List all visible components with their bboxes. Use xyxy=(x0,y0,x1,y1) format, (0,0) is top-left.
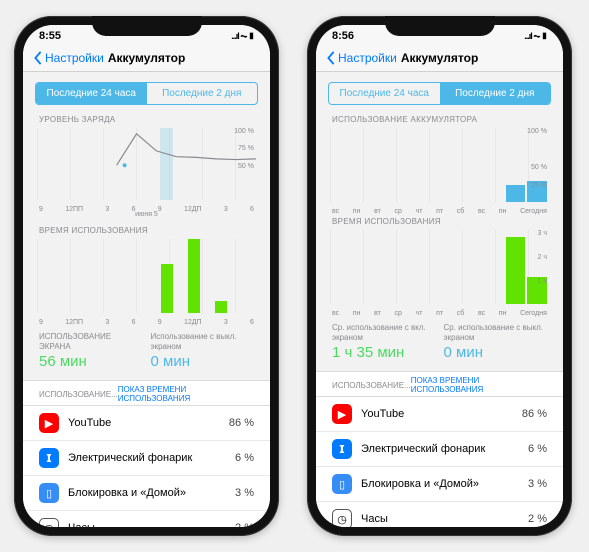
stats-row: Ср. использование с вкл. экраном 1 ч 35 … xyxy=(316,317,563,367)
clock-icon: ◷ xyxy=(332,509,352,527)
stat-label: Ср. использование с выкл. экраном xyxy=(444,323,548,342)
usage-time-chart: 3 ч 2 ч 1 ч xyxy=(330,230,549,304)
status-indicators: ...ıl ⏦ ▮ xyxy=(524,31,547,42)
device-notch xyxy=(92,16,202,36)
usage-time-chart xyxy=(37,239,256,313)
seg-1[interactable]: Последние 2 дня xyxy=(440,83,551,104)
charge-section-header: УРОВЕНЬ ЗАРЯДА xyxy=(23,113,270,126)
status-time: 8:55 xyxy=(39,30,61,42)
screen: 8:55 ...ıl ⏦ ▮ Настройки Аккумулятор Пос… xyxy=(23,25,270,527)
chart-date-label: июня 5 xyxy=(23,211,270,218)
app-percent: 3 % xyxy=(235,487,254,499)
seg-1[interactable]: Последние 2 дня xyxy=(147,83,258,104)
seg-0[interactable]: Последние 24 часа xyxy=(329,83,440,104)
app-name: Блокировка и «Домой» xyxy=(68,487,235,499)
battery-usage-chart: 100 % 50 % 25 % xyxy=(330,128,549,202)
app-row[interactable]: ◷ Часы 2 % xyxy=(316,502,563,527)
home-icon: ▯ xyxy=(39,483,59,503)
app-percent: 2 % xyxy=(528,513,547,525)
usage-section-header: ВРЕМЯ ИСПОЛЬЗОВАНИЯ xyxy=(23,224,270,237)
clock-icon: ◷ xyxy=(39,518,59,527)
chevron-left-icon xyxy=(33,51,43,65)
status-indicators: ...ıl ⏦ ▮ xyxy=(231,31,254,42)
app-name: YouTube xyxy=(361,408,522,420)
device-notch xyxy=(385,16,495,36)
app-row[interactable]: ▯ Блокировка и «Домой» 3 % xyxy=(316,467,563,502)
chart-x-axis: 912ПП36912ДП36 xyxy=(23,319,270,326)
app-percent: 86 % xyxy=(522,408,547,420)
app-list-header: ИСПОЛЬЗОВАНИЕ... ПОКАЗ ВРЕМЕНИ ИСПОЛЬЗОВ… xyxy=(316,371,563,397)
app-row[interactable]: ▶ YouTube 86 % xyxy=(23,406,270,441)
stat-value: 0 мин xyxy=(151,353,255,370)
show-usage-time-button[interactable]: ПОКАЗ ВРЕМЕНИ ИСПОЛЬЗОВАНИЯ xyxy=(411,376,547,394)
app-row[interactable]: 𝗜 Электрический фонарик 6 % xyxy=(316,432,563,467)
stat-0: Ср. использование с вкл. экраном 1 ч 35 … xyxy=(332,323,436,361)
back-label: Настройки xyxy=(45,51,104,65)
stat-value: 56 мин xyxy=(39,353,143,370)
seg-0[interactable]: Последние 24 часа xyxy=(36,83,147,104)
app-name: Часы xyxy=(68,522,235,527)
chart-x-axis: вспнвтсрчтптсбвспнСегодня xyxy=(316,310,563,317)
app-row[interactable]: 𝗜 Электрический фонарик 6 % xyxy=(23,441,270,476)
list-header-left: ИСПОЛЬЗОВАНИЕ... xyxy=(332,381,411,390)
show-usage-time-button[interactable]: ПОКАЗ ВРЕМЕНИ ИСПОЛЬЗОВАНИЯ xyxy=(118,385,254,403)
app-name: Блокировка и «Домой» xyxy=(361,478,528,490)
youtube-icon: ▶ xyxy=(332,404,352,424)
back-label: Настройки xyxy=(338,51,397,65)
back-button[interactable]: Настройки xyxy=(326,51,397,65)
app-row[interactable]: ▶ YouTube 86 % xyxy=(316,397,563,432)
status-time: 8:56 xyxy=(332,30,354,42)
charge-level-chart: 100 % 75 % 50 % xyxy=(37,128,256,200)
app-row[interactable]: ◷ Часы 2 % xyxy=(23,511,270,527)
chevron-left-icon xyxy=(326,51,336,65)
app-percent: 2 % xyxy=(235,522,254,527)
stat-0: ИСПОЛЬЗОВАНИЕ ЭКРАНА 56 мин xyxy=(39,332,143,370)
app-name: Часы xyxy=(361,513,528,525)
stat-label: Ср. использование с вкл. экраном xyxy=(332,323,436,342)
app-row[interactable]: ▯ Блокировка и «Домой» 3 % xyxy=(23,476,270,511)
app-list-header: ИСПОЛЬЗОВАНИЕ... ПОКАЗ ВРЕМЕНИ ИСПОЛЬЗОВ… xyxy=(23,380,270,406)
stat-value: 1 ч 35 мин xyxy=(332,344,436,361)
phone-mockup: 8:55 ...ıl ⏦ ▮ Настройки Аккумулятор Пос… xyxy=(14,16,279,536)
nav-bar: Настройки Аккумулятор xyxy=(23,45,270,72)
flash-icon: 𝗜 xyxy=(332,439,352,459)
app-percent: 6 % xyxy=(235,452,254,464)
flash-icon: 𝗜 xyxy=(39,448,59,468)
app-name: Электрический фонарик xyxy=(361,443,528,455)
stat-1: Ср. использование с выкл. экраном 0 мин xyxy=(444,323,548,361)
stat-label: ИСПОЛЬЗОВАНИЕ ЭКРАНА xyxy=(39,332,143,351)
home-icon: ▯ xyxy=(332,474,352,494)
segmented-control: Последние 24 часаПоследние 2 дня xyxy=(328,82,551,105)
nav-bar: Настройки Аккумулятор xyxy=(316,45,563,72)
youtube-icon: ▶ xyxy=(39,413,59,433)
app-name: Электрический фонарик xyxy=(68,452,235,464)
charge-section-header: ИСПОЛЬЗОВАНИЕ АККУМУЛЯТОРА xyxy=(316,113,563,126)
stat-value: 0 мин xyxy=(444,344,548,361)
app-name: YouTube xyxy=(68,417,229,429)
phone-mockup: 8:56 ...ıl ⏦ ▮ Настройки Аккумулятор Пос… xyxy=(307,16,572,536)
app-percent: 86 % xyxy=(229,417,254,429)
page-title: Аккумулятор xyxy=(401,51,478,65)
page-title: Аккумулятор xyxy=(108,51,185,65)
screen: 8:56 ...ıl ⏦ ▮ Настройки Аккумулятор Пос… xyxy=(316,25,563,527)
back-button[interactable]: Настройки xyxy=(33,51,104,65)
app-percent: 3 % xyxy=(528,478,547,490)
chart-x-axis: вспнвтсрчтптсбвспнСегодня xyxy=(316,208,563,215)
stat-1: Использование с выкл. экраном 0 мин xyxy=(151,332,255,370)
segmented-control: Последние 24 часаПоследние 2 дня xyxy=(35,82,258,105)
app-percent: 6 % xyxy=(528,443,547,455)
list-header-left: ИСПОЛЬЗОВАНИЕ... xyxy=(39,390,118,399)
stats-row: ИСПОЛЬЗОВАНИЕ ЭКРАНА 56 мин Использовани… xyxy=(23,326,270,376)
usage-section-header: ВРЕМЯ ИСПОЛЬЗОВАНИЯ xyxy=(316,215,563,228)
stat-label: Использование с выкл. экраном xyxy=(151,332,255,351)
